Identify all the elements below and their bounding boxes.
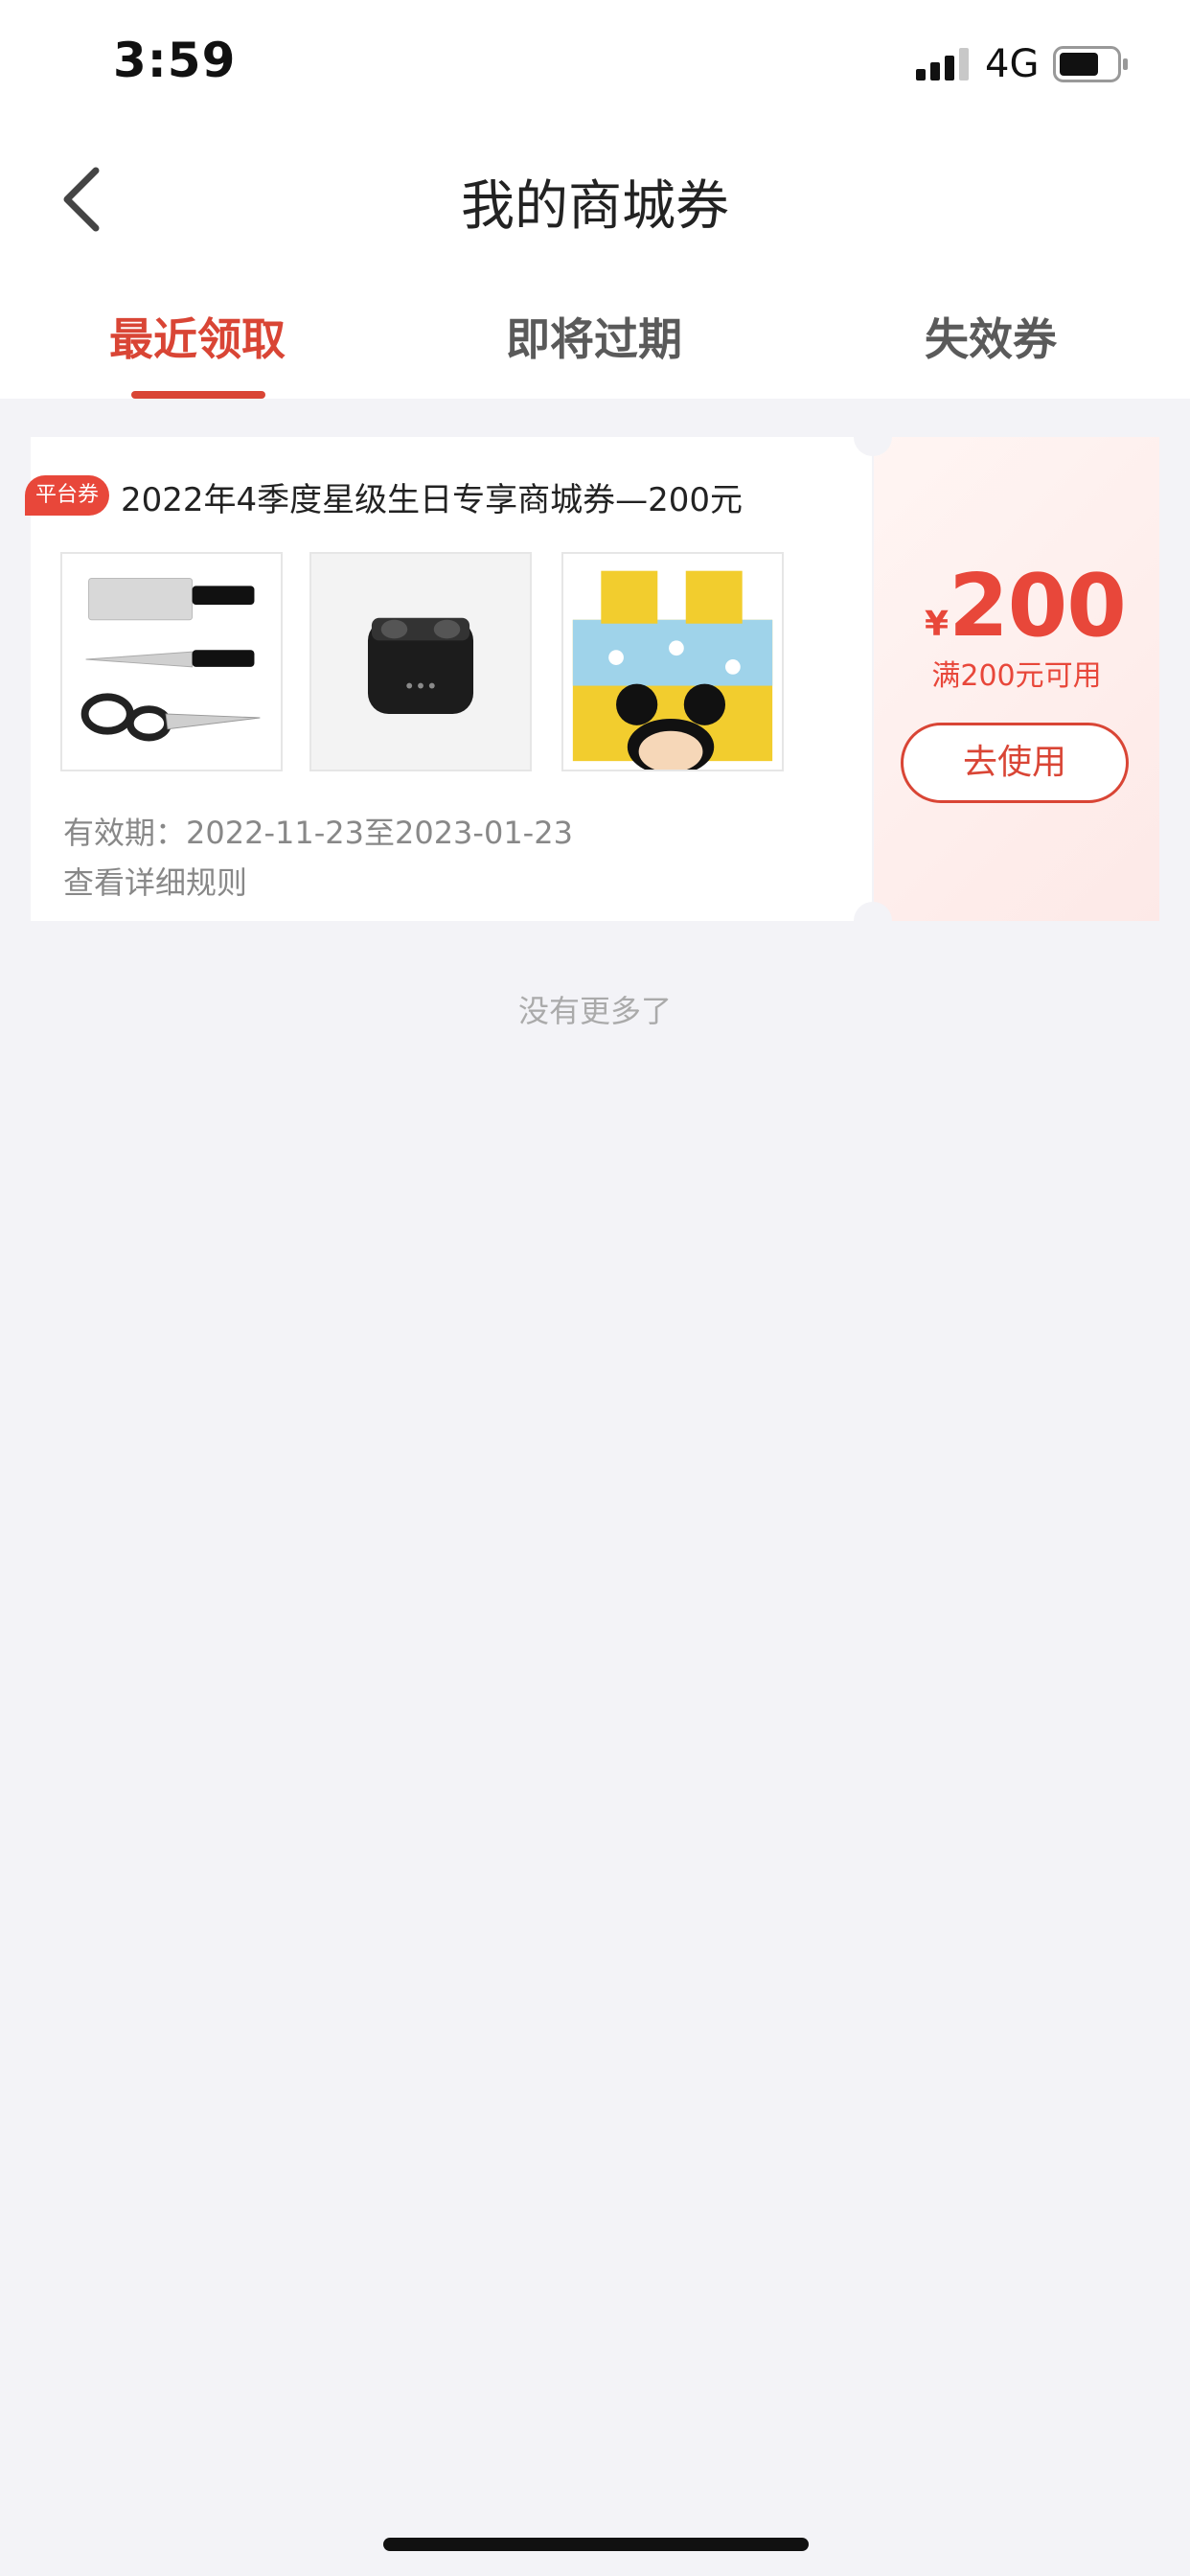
network-label: 4G (985, 42, 1040, 86)
signal-icon (916, 48, 969, 80)
tab-expiring[interactable]: 即将过期 (450, 305, 738, 368)
active-tab-indicator (131, 391, 265, 399)
battery-icon (1053, 46, 1128, 82)
mickey-bedding-set-icon (572, 570, 773, 770)
wireless-earbuds-icon (367, 617, 474, 715)
currency-symbol: ¥ (925, 605, 950, 644)
amount-value: 200 (949, 556, 1127, 656)
home-indicator (383, 2538, 809, 2551)
kitchen-knife-set-icon (80, 578, 261, 742)
product-thumb-earbuds[interactable] (309, 552, 532, 771)
use-coupon-button[interactable]: 去使用 (901, 723, 1129, 803)
coupon-title: 2022年4季度星级生日专享商城券—200元 (121, 481, 744, 519)
coupon-amount: ¥200 (925, 556, 1127, 656)
usage-condition: 满200元可用 (931, 659, 1102, 693)
validity-period: 有效期：2022-11-23至2023-01-23 (63, 815, 573, 851)
product-thumb-knife-set[interactable] (60, 552, 283, 771)
coupon-notch-bottom (854, 902, 892, 940)
status-time: 3:59 (113, 33, 237, 88)
coupon-notch-top (854, 418, 892, 456)
platform-coupon-badge: 平台券 (25, 475, 109, 516)
page-title: 我的商城券 (461, 175, 729, 238)
tab-expired[interactable]: 失效券 (847, 305, 1134, 368)
product-thumb-bedding[interactable] (561, 552, 784, 771)
tab-recent[interactable]: 最近领取 (54, 305, 341, 368)
view-rules-link[interactable]: 查看详细规则 (63, 859, 247, 903)
no-more-text: 没有更多了 (517, 993, 672, 1029)
